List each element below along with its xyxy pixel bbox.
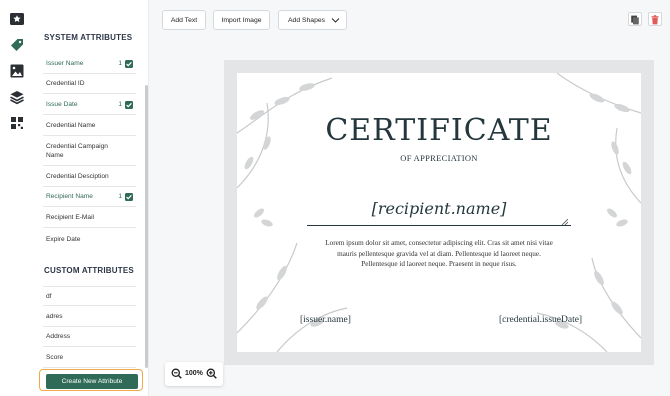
delete-button[interactable] [648,12,662,26]
custom-attr-address[interactable]: Address [43,327,136,347]
certificate-subtitle[interactable]: OF APPRECIATION [237,153,641,163]
attr-label: Credential ID [46,80,85,87]
chevron-down-icon [331,18,340,23]
attr-label: Recipient E-Mail [46,214,95,221]
duplicate-button[interactable] [628,12,642,26]
attr-expire-date[interactable]: Expire Date [43,229,136,249]
add-text-button[interactable]: Add Text [162,10,206,30]
import-image-button[interactable]: Import Image [213,10,270,30]
attr-label: adres [46,313,63,320]
recipient-name-field[interactable]: [recipient.name] [307,199,571,218]
trash-icon [651,15,659,25]
create-new-attribute-button[interactable]: Create New Attribute [46,374,138,389]
attr-label: Expire Date [46,235,81,243]
grid-icon[interactable] [9,115,25,131]
icon-rail [0,0,34,396]
sidebar-scrollbar[interactable] [145,85,148,368]
attr-recipient-email[interactable]: Recipient E-Mail [43,208,136,228]
tag-icon[interactable] [9,37,25,53]
certificate-body-text[interactable]: Lorem ipsum dolor sit amet, consectetur … [319,238,559,270]
attr-label: Credential Desciption [46,173,109,180]
zoom-in-icon[interactable] [206,368,217,379]
custom-attr-adres[interactable]: adres [43,307,136,327]
attr-credential-id[interactable]: Credential ID [43,74,136,94]
custom-attr-df[interactable]: df [43,286,136,306]
issuer-name-field[interactable]: [issuer.name] [300,315,351,325]
zoom-level: 100% [185,370,203,377]
attributes-panel: SYSTEM ATTRIBUTES Issuer Name 1 Credenti… [34,0,149,396]
attr-label: Credential Name [46,122,96,129]
layers-icon[interactable] [9,89,25,105]
recipient-underline [307,225,571,226]
attr-count: 1 [118,101,122,108]
star-badge-icon[interactable] [9,11,25,27]
resize-handle-icon[interactable] [562,219,568,225]
attr-label: Credential Campaign Name [46,142,108,159]
attr-issuer-name[interactable]: Issuer Name 1 [43,54,136,74]
attr-label: df [46,292,52,300]
attr-count: 1 [118,193,122,200]
system-attributes-title: SYSTEM ATTRIBUTES [44,33,133,42]
add-shapes-label: Add Shapes [288,16,326,24]
attr-credential-name[interactable]: Credential Name [43,116,136,136]
custom-attr-score[interactable]: Score [43,348,136,368]
attr-label: Recipient Name [46,193,93,200]
attr-label: Issue Date [46,101,78,108]
attr-credential-campaign-name[interactable]: Credential Campaign Name [43,136,136,166]
add-shapes-dropdown[interactable]: Add Shapes [278,10,347,30]
custom-attributes-title: CUSTOM ATTRIBUTES [44,266,134,275]
checkbox-checked-icon[interactable] [125,100,133,109]
copy-icon [631,15,639,25]
issue-date-field[interactable]: [credential.issueDate] [499,315,582,325]
attr-count: 1 [118,60,122,67]
checkbox-checked-icon[interactable] [125,59,133,68]
attr-label: Score [46,354,64,361]
attr-label: Address [46,333,71,340]
zoom-out-icon[interactable] [171,368,182,379]
attr-label: Issuer Name [46,60,84,67]
attr-recipient-name[interactable]: Recipient Name 1 [43,187,136,207]
attr-credential-description[interactable]: Credential Desciption [43,167,136,187]
checkbox-checked-icon[interactable] [125,192,133,201]
certificate-title[interactable]: CERTIFICATE [237,113,641,148]
certificate-preview[interactable]: CERTIFICATE OF APPRECIATION [recipient.n… [237,73,641,352]
zoom-control: 100% [165,362,223,386]
image-icon[interactable] [9,63,25,79]
attr-issue-date[interactable]: Issue Date 1 [43,95,136,115]
